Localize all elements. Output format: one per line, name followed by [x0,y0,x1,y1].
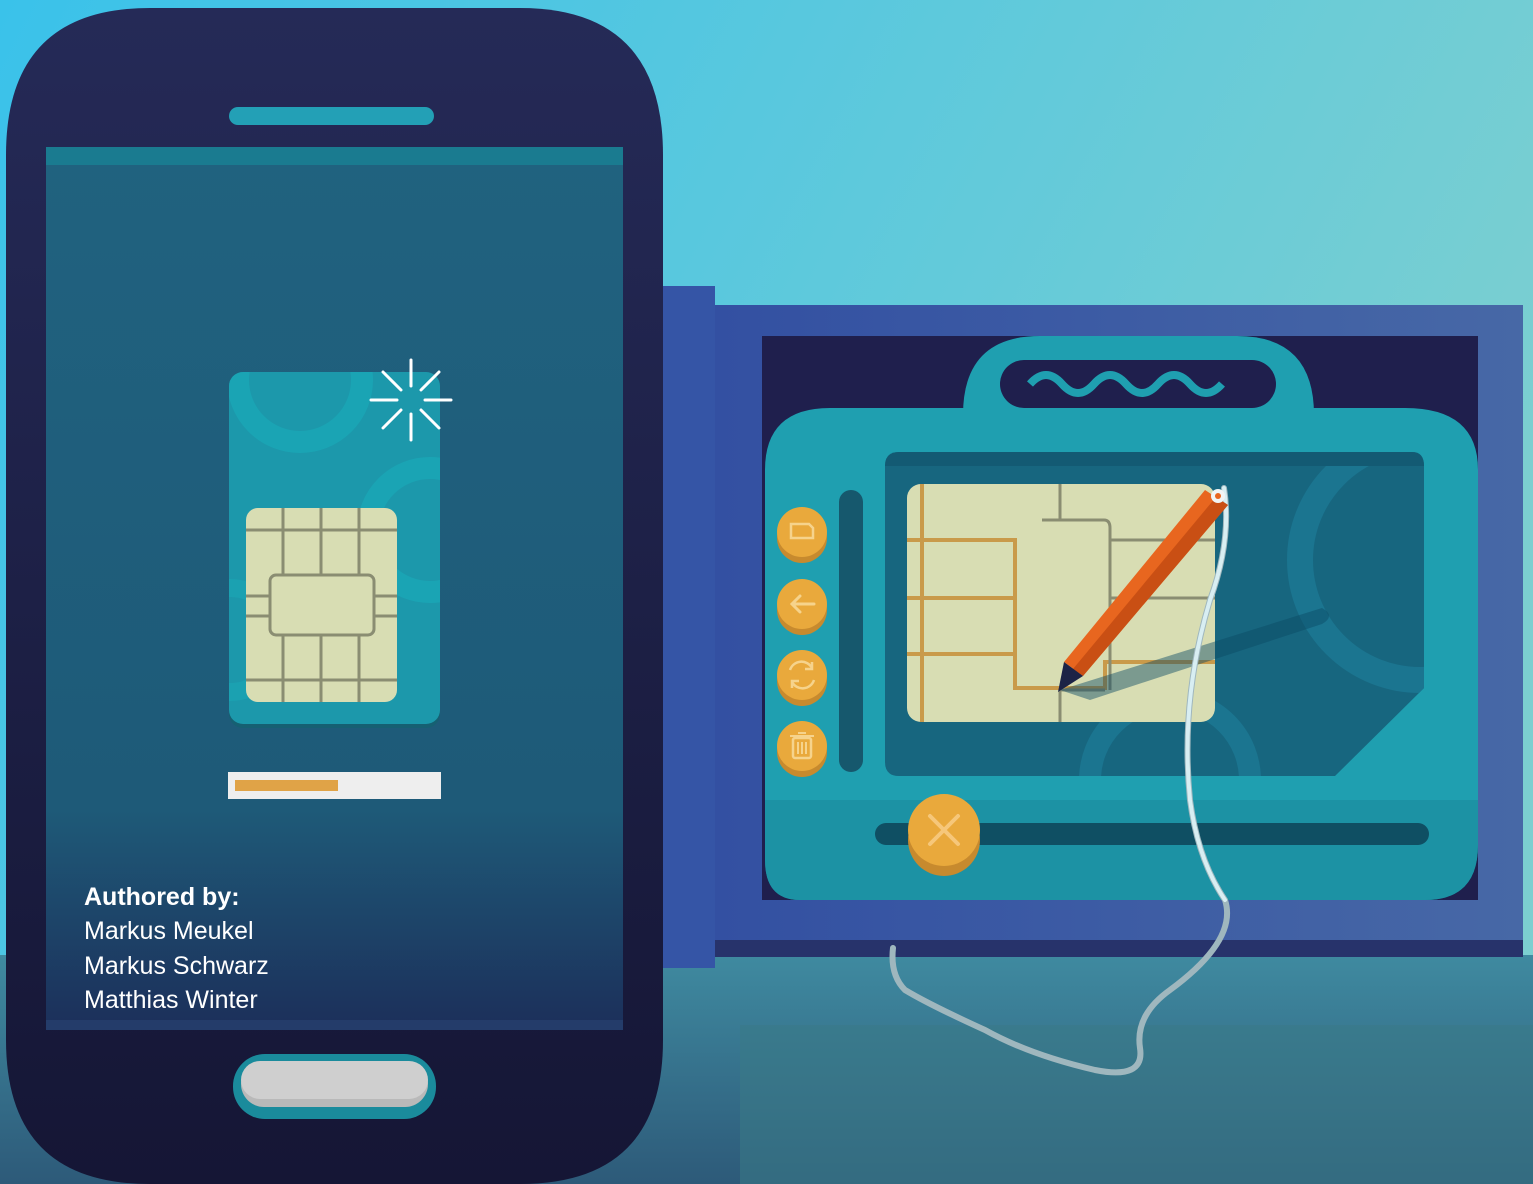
side-slot [839,490,863,772]
progress-fill [235,780,338,791]
phone-screen-bottom [46,1020,623,1030]
side-button-refresh[interactable] [777,650,827,706]
side-button-back[interactable] [777,579,827,635]
close-button[interactable] [908,794,980,876]
floor-shadow [740,1025,1533,1184]
side-button-sim[interactable] [777,507,827,563]
home-button[interactable] [233,1054,436,1119]
phone-status-bar [46,147,623,165]
author-name: Markus Schwarz [84,951,269,980]
tablet-body-shade [765,800,1478,900]
author-name: Matthias Winter [84,986,258,1014]
phone-speaker [229,107,434,125]
credits-heading: Authored by: [84,883,240,911]
tablet-frame-base [715,940,1523,957]
author-name: Markus Meukel [84,917,254,945]
credits: Authored by: Markus Meukel Markus Schwar… [84,880,269,1018]
progress-bar [228,772,441,799]
sim-chip [246,508,397,702]
side-button-delete[interactable] [777,721,827,777]
connector-panel [655,286,715,968]
